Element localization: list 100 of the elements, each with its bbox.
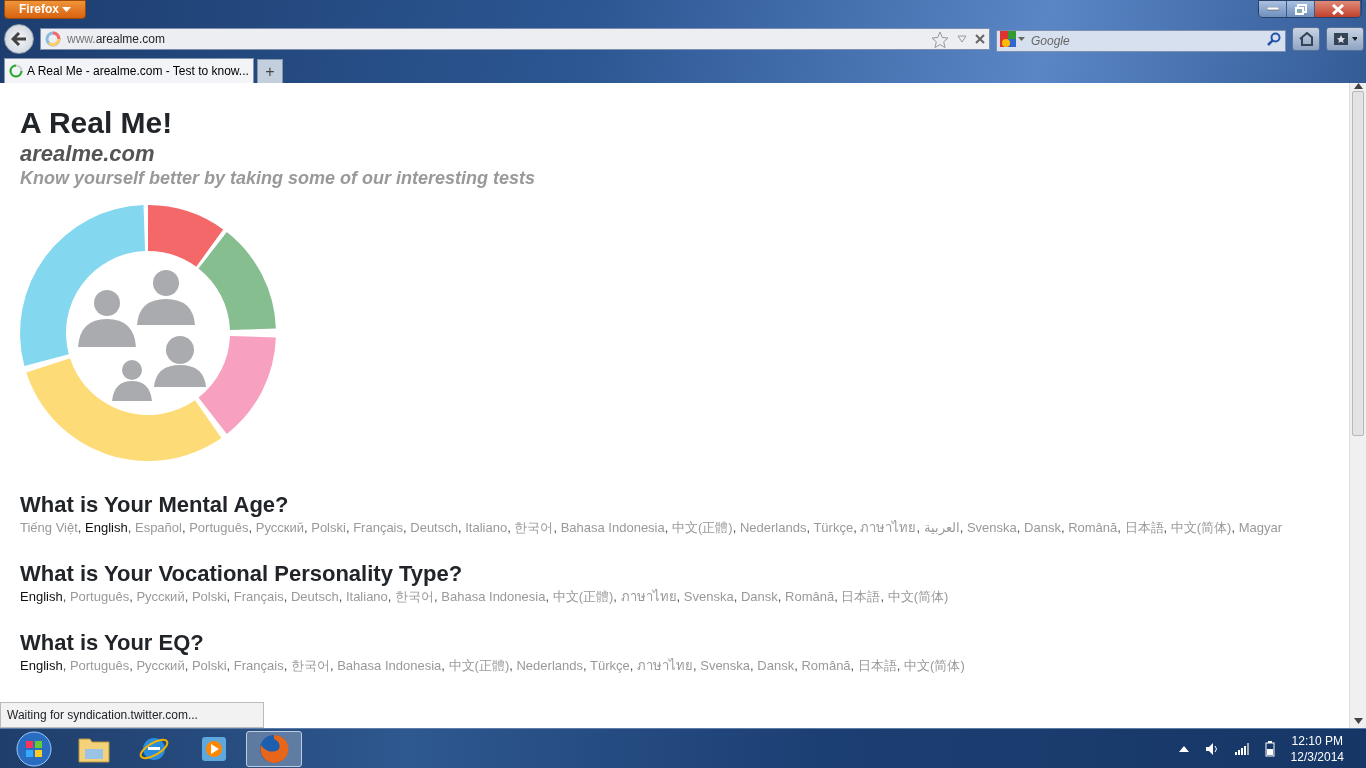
speaker-icon[interactable] <box>1204 741 1219 756</box>
language-link[interactable]: Русский <box>136 589 185 604</box>
comma-separator: , <box>434 589 438 604</box>
close-button[interactable] <box>1315 1 1361 17</box>
star-icon[interactable] <box>931 30 949 48</box>
comma-separator: , <box>507 520 511 535</box>
test-title[interactable]: What is Your EQ? <box>20 629 1329 657</box>
language-link[interactable]: Tiếng Việt <box>20 520 78 535</box>
comma-separator: , <box>853 520 857 535</box>
scroll-up-icon[interactable] <box>1353 83 1363 89</box>
language-link[interactable]: Deutsch <box>410 520 458 535</box>
language-link[interactable]: Deutsch <box>290 589 339 604</box>
language-link[interactable]: Bahasa Indonesia <box>560 520 665 535</box>
language-link[interactable]: 한국어 <box>395 589 435 604</box>
clock[interactable]: 12:10 PM 12/3/2014 <box>1290 732 1344 765</box>
comma-separator: , <box>457 520 462 535</box>
search-icon[interactable] <box>1267 32 1281 46</box>
comma-separator: , <box>733 589 738 604</box>
minimize-button[interactable] <box>1259 1 1287 17</box>
language-link[interactable]: Polski <box>191 658 227 673</box>
language-link[interactable]: English <box>85 520 128 535</box>
comma-separator: , <box>129 589 133 604</box>
back-arrow-icon <box>11 32 27 46</box>
comma-separator: , <box>226 589 231 604</box>
language-link[interactable]: 日本語 <box>857 658 897 673</box>
comma-separator: , <box>338 589 343 604</box>
test-title[interactable]: What is Your Vocational Personality Type? <box>20 560 1329 588</box>
comma-separator: , <box>283 589 288 604</box>
back-button[interactable] <box>4 24 34 54</box>
comma-separator: , <box>403 520 407 535</box>
comma-separator: , <box>184 658 189 673</box>
language-link[interactable]: 한국어 <box>290 658 330 673</box>
home-button[interactable] <box>1292 27 1320 51</box>
language-link[interactable]: Français <box>233 589 284 604</box>
language-link[interactable]: English <box>20 658 63 673</box>
comma-separator: , <box>794 658 798 673</box>
language-link[interactable]: 日本語 <box>841 589 881 604</box>
language-link[interactable]: 中文(正體) <box>672 520 733 535</box>
bookmark-star-icon <box>1333 32 1357 46</box>
language-link[interactable]: Română <box>801 658 851 673</box>
comma-separator: , <box>896 658 901 673</box>
firefox-menu-button[interactable]: Firefox <box>4 0 87 19</box>
language-link[interactable]: 한국어 <box>514 520 554 535</box>
comma-separator: , <box>880 589 885 604</box>
comma-separator: , <box>553 520 557 535</box>
language-link[interactable]: Polski <box>191 589 227 604</box>
search-engine-icon[interactable] <box>1000 31 1016 47</box>
language-link[interactable]: Dansk <box>1024 520 1061 535</box>
site-title: A Real Me! <box>20 105 174 141</box>
language-link[interactable]: Nederlands <box>516 658 583 673</box>
language-link[interactable]: Dansk <box>740 589 778 604</box>
address-bar[interactable]: www.arealme.com <box>40 28 990 50</box>
signal-icon[interactable] <box>1234 742 1249 755</box>
site-tagline: Know yourself better by taking some of our interesting tests <box>20 167 537 189</box>
test-title[interactable]: What is Your Mental Age? <box>20 491 1329 519</box>
language-link[interactable]: العربية <box>923 520 960 535</box>
comma-separator: , <box>387 589 392 604</box>
comma-separator: , <box>77 520 82 535</box>
search-field[interactable]: Google <box>996 30 1286 52</box>
comma-separator: , <box>441 658 445 673</box>
language-link[interactable]: Magyar <box>1238 520 1283 535</box>
browser-tab[interactable]: A Real Me - arealme.com - Test to know... <box>4 58 254 83</box>
language-link[interactable]: ภาษาไทย <box>860 520 917 535</box>
language-link[interactable]: Italiano <box>345 589 388 604</box>
language-link[interactable]: Svenska <box>966 520 1017 535</box>
comma-separator: , <box>613 589 617 604</box>
language-link[interactable]: English <box>20 589 63 604</box>
restore-button[interactable] <box>1287 1 1315 17</box>
language-link[interactable]: 中文(简体) <box>904 658 965 673</box>
language-link[interactable]: Русский <box>136 658 185 673</box>
language-link[interactable]: ภาษาไทย <box>620 589 677 604</box>
language-link[interactable]: Polski <box>311 520 346 535</box>
language-link[interactable]: Français <box>353 520 403 535</box>
language-link[interactable]: 日本語 <box>1124 520 1164 535</box>
language-link[interactable]: Français <box>233 658 284 673</box>
show-hidden-icons-icon[interactable] <box>1178 745 1189 752</box>
battery-icon[interactable] <box>1264 740 1275 757</box>
language-link[interactable]: ภาษาไทย <box>636 658 693 673</box>
site-icon <box>45 31 61 47</box>
language-link[interactable]: 中文(简体) <box>887 589 949 604</box>
language-link[interactable]: Svenska <box>683 589 734 604</box>
language-link[interactable]: Español <box>134 520 182 535</box>
scrollbar-thumb[interactable] <box>1352 91 1364 436</box>
stop-icon[interactable] <box>975 34 985 44</box>
site-domain: arealme.com <box>20 141 156 167</box>
comma-separator: , <box>750 658 754 673</box>
comma-separator: , <box>303 520 308 535</box>
scroll-down-icon[interactable] <box>1353 718 1363 724</box>
comma-separator: , <box>283 658 288 673</box>
comma-separator: , <box>834 589 838 604</box>
language-link[interactable]: Русский <box>255 520 304 535</box>
comma-separator: , <box>676 589 681 604</box>
comma-separator: , <box>1163 520 1168 535</box>
caret-icon[interactable] <box>1018 37 1025 42</box>
bookmarks-button[interactable] <box>1326 27 1364 51</box>
language-link[interactable]: Türkçe <box>590 658 630 673</box>
comma-separator: , <box>1016 520 1021 535</box>
new-tab-button[interactable]: + <box>256 59 283 83</box>
comma-separator: , <box>850 658 855 673</box>
comma-separator: , <box>509 658 513 673</box>
